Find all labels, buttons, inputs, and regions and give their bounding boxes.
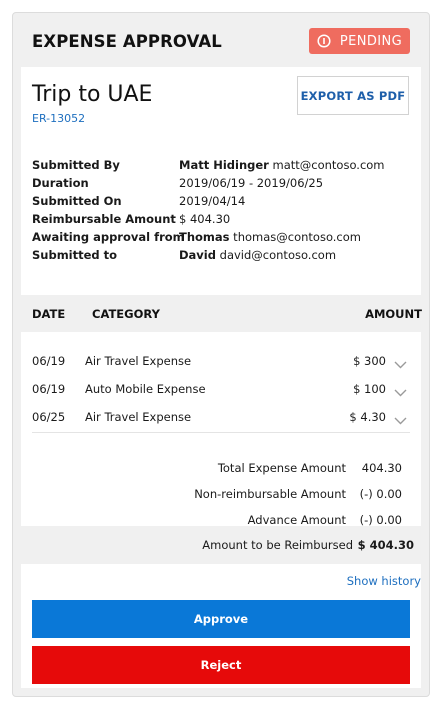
column-amount: AMOUNT [365,307,422,321]
export-pdf-button[interactable]: EXPORT AS PDF [297,76,409,115]
report-id-link[interactable]: ER-13052 [32,112,85,125]
total-expense-row: Total Expense Amount 404.30 [22,461,402,479]
total-value: (-) 0.00 [359,487,402,501]
fact-label: Reimbursable Amount [32,212,176,226]
column-category: CATEGORY [92,307,160,321]
row-date: 06/19 [32,354,66,368]
info-circle-icon [317,34,331,48]
expense-table-header: DATE CATEGORY AMOUNT [21,295,422,332]
chevron-down-icon[interactable] [394,386,407,400]
fact-value: 2019/06/19 - 2019/06/25 [179,176,324,190]
column-date: DATE [32,307,66,321]
table-row[interactable]: 06/25 Air Travel Expense $ 4.30 [21,410,421,430]
reimburse-label: Amount to be Reimbursed [202,538,353,552]
fact-value: David david@contoso.com [179,248,336,262]
row-category: Air Travel Expense [85,354,192,368]
report-title: Trip to UAE [32,82,153,107]
total-label: Non-reimbursable Amount [194,487,346,501]
chevron-down-icon[interactable] [394,414,407,428]
total-value: 404.30 [361,461,402,475]
show-history-link[interactable]: Show history [347,574,421,588]
total-value: (-) 0.00 [359,513,402,527]
total-label: Total Expense Amount [217,461,346,475]
fact-label: Submitted to [32,248,118,262]
non-reimbursable-row: Non-reimbursable Amount (-) 0.00 [22,487,402,505]
fact-value-name: Thomas [179,230,230,244]
report-summary: Trip to UAE ER-13052 EXPORT AS PDF Submi… [21,67,421,295]
row-amount: $ 300 [353,354,386,368]
fact-submitted-to: Submitted to David david@contoso.com [32,248,412,266]
actions-section: Show history Approve Reject [21,564,421,688]
fact-label: Submitted On [32,194,122,208]
fact-value: Matt Hidinger matt@contoso.com [179,158,385,172]
table-row[interactable]: 06/19 Air Travel Expense $ 300 [21,354,421,374]
card-title: EXPENSE APPROVAL [32,32,222,51]
fact-value-name: Matt Hidinger [179,158,269,172]
row-amount: $ 4.30 [349,410,386,424]
row-category: Auto Mobile Expense [85,382,206,396]
reimburse-value: $ 404.30 [357,538,414,552]
fact-value-email: thomas@contoso.com [229,230,361,244]
table-row[interactable]: 06/19 Auto Mobile Expense $ 100 [21,382,421,402]
fact-value-name: David [179,248,216,262]
expense-table: 06/19 Air Travel Expense $ 300 06/19 Aut… [21,332,421,527]
row-amount: $ 100 [353,382,386,396]
fact-submitted-by: Submitted By Matt Hidinger matt@contoso.… [32,158,412,176]
fact-value: 2019/04/14 [179,194,246,208]
status-text: PENDING [339,33,403,49]
status-badge: PENDING [309,28,410,54]
approve-button[interactable]: Approve [32,600,410,638]
reimbursement-summary: Amount to be Reimbursed $ 404.30 [21,526,421,564]
fact-value: Thomas thomas@contoso.com [179,230,361,244]
fact-label: Duration [32,176,89,190]
expense-approval-card: EXPENSE APPROVAL PENDING Trip to UAE ER-… [12,12,430,697]
fact-value-email: matt@contoso.com [268,158,385,172]
table-divider [32,432,410,433]
fact-submitted-on: Submitted On 2019/04/14 [32,194,412,212]
fact-value-email: david@contoso.com [215,248,337,262]
fact-duration: Duration 2019/06/19 - 2019/06/25 [32,176,412,194]
fact-value: $ 404.30 [179,212,231,226]
row-date: 06/25 [32,410,66,424]
row-date: 06/19 [32,382,66,396]
fact-reimbursable-amount: Reimbursable Amount $ 404.30 [32,212,412,230]
fact-awaiting-approval: Awaiting approval from Thomas thomas@con… [32,230,412,248]
reject-button[interactable]: Reject [32,646,410,684]
total-label: Advance Amount [247,513,346,527]
fact-label: Awaiting approval from [32,230,185,244]
fact-label: Submitted By [32,158,120,172]
row-category: Air Travel Expense [85,410,192,424]
card-header: EXPENSE APPROVAL PENDING [13,13,429,67]
chevron-down-icon[interactable] [394,358,407,372]
